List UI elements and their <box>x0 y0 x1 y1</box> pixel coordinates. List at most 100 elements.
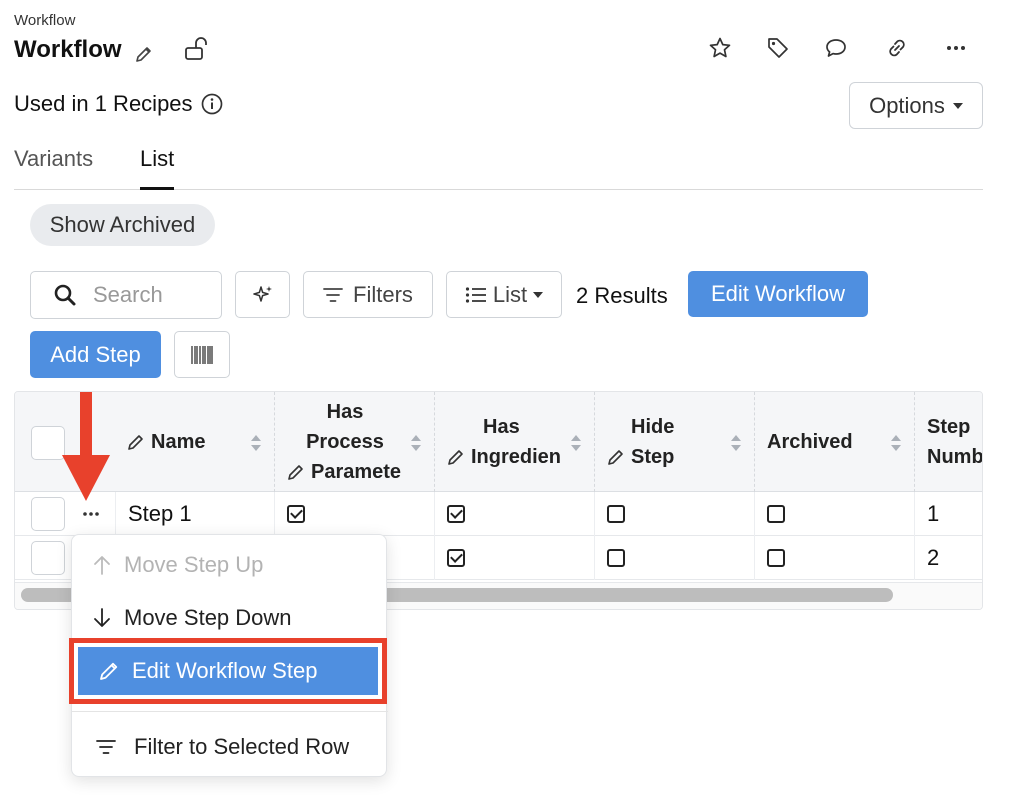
cell-has-ingredients <box>435 492 595 536</box>
table-header: Name Has Process Paramete Has Ingredien <box>15 392 983 492</box>
annotation-arrow-shaft <box>80 392 92 460</box>
arrow-up-icon <box>94 556 110 575</box>
edit-workflow-button[interactable]: Edit Workflow <box>688 271 868 317</box>
column-label: Process <box>306 431 384 453</box>
unlock-icon <box>185 37 207 60</box>
cell-hide-step <box>595 536 755 580</box>
select-all-checkbox[interactable] <box>31 426 65 460</box>
checkbox-unchecked[interactable] <box>767 505 785 523</box>
menu-item-move-step-down[interactable]: Move Step Down <box>72 596 388 640</box>
more-actions-button[interactable] <box>940 32 972 64</box>
menu-item-label: Move Step Up <box>124 552 264 577</box>
filter-icon <box>96 740 116 754</box>
lock-button[interactable] <box>180 33 212 65</box>
tags-button[interactable] <box>762 32 794 64</box>
tag-icon <box>768 38 788 58</box>
breadcrumb[interactable]: Workflow <box>14 12 75 29</box>
used-in-recipes: Used in 1 Recipes <box>14 91 223 117</box>
column-header-has-ingredients[interactable]: Has Ingredien <box>435 392 595 492</box>
options-dropdown-button[interactable]: Options <box>849 82 983 129</box>
checkbox-unchecked[interactable] <box>767 549 785 567</box>
pencil-icon <box>608 450 623 465</box>
results-count: 2 Results <box>576 283 668 308</box>
star-icon <box>709 37 731 58</box>
caret-down-icon <box>533 291 544 298</box>
cell-step-number[interactable]: 2 <box>915 536 982 580</box>
cell-name[interactable]: Step 1 <box>115 492 275 536</box>
menu-item-label: Edit Workflow Step <box>132 658 318 683</box>
column-header-name[interactable]: Name <box>115 392 275 492</box>
sort-icon[interactable] <box>730 434 742 452</box>
add-step-button[interactable]: Add Step <box>30 331 161 378</box>
favorite-button[interactable] <box>704 32 736 64</box>
cell-has-process-parameters <box>275 492 435 536</box>
menu-item-move-step-up[interactable]: Move Step Up <box>72 543 388 587</box>
sort-icon[interactable] <box>250 434 262 452</box>
column-label: Step <box>631 446 675 468</box>
tab-bar: Variants List <box>14 145 983 190</box>
list-icon <box>465 286 486 303</box>
column-label: Numb <box>927 446 983 468</box>
menu-divider <box>72 711 388 712</box>
column-label: Has <box>483 416 520 438</box>
menu-item-filter-to-selected-row[interactable]: Filter to Selected Row <box>72 725 388 769</box>
pencil-icon <box>136 47 151 62</box>
caret-down-icon <box>952 102 963 109</box>
row-checkbox[interactable] <box>31 541 65 575</box>
column-label: Name <box>151 431 206 453</box>
filter-icon <box>323 287 343 302</box>
cell-has-ingredients <box>435 536 595 580</box>
search-input[interactable] <box>93 282 203 308</box>
column-label: Has <box>326 401 364 423</box>
checkbox-checked[interactable] <box>447 505 465 523</box>
pencil-icon <box>100 662 118 680</box>
checkbox-checked[interactable] <box>287 505 305 523</box>
checkbox-unchecked[interactable] <box>607 505 625 523</box>
sort-icon[interactable] <box>570 434 582 452</box>
column-label: Step <box>927 416 971 438</box>
info-icon[interactable] <box>201 93 223 115</box>
cell-hide-step <box>595 492 755 536</box>
row-checkbox[interactable] <box>31 497 65 531</box>
annotation-highlight-box: Edit Workflow Step <box>69 638 387 704</box>
menu-item-edit-workflow-step[interactable]: Edit Workflow Step <box>78 647 378 695</box>
page-title-text: Workflow <box>14 36 122 63</box>
tab-list[interactable]: List <box>140 145 175 190</box>
links-button[interactable] <box>881 32 913 64</box>
checkbox-checked[interactable] <box>447 549 465 567</box>
comments-button[interactable] <box>820 32 852 64</box>
filters-label: Filters <box>353 281 413 307</box>
edit-title-button[interactable] <box>128 38 160 70</box>
link-icon <box>889 39 905 57</box>
arrow-down-icon <box>94 608 110 627</box>
menu-item-label: Filter to Selected Row <box>134 734 350 759</box>
search-box[interactable] <box>30 271 222 319</box>
cell-step-number[interactable]: 1 <box>915 492 982 536</box>
comment-icon <box>826 39 846 57</box>
filters-button[interactable]: Filters <box>303 271 433 318</box>
row-actions-button[interactable] <box>75 498 107 530</box>
pencil-icon <box>448 450 463 465</box>
sort-icon[interactable] <box>890 434 902 452</box>
column-header-hide-step[interactable]: Hide Step <box>595 392 755 492</box>
view-mode-dropdown[interactable]: List <box>446 271 562 318</box>
search-icon <box>54 284 76 306</box>
cell-archived <box>755 536 915 580</box>
column-header-archived[interactable]: Archived <box>755 392 915 492</box>
tab-variants[interactable]: Variants <box>14 145 93 190</box>
pencil-icon <box>288 465 303 480</box>
barcode-scan-button[interactable] <box>174 331 230 378</box>
pencil-icon <box>128 435 143 450</box>
view-mode-label: List <box>492 281 528 307</box>
ai-assist-button[interactable] <box>235 271 290 318</box>
column-header-step-number[interactable]: Step Numb <box>915 392 983 492</box>
checkbox-unchecked[interactable] <box>607 549 625 567</box>
show-archived-toggle[interactable]: Show Archived <box>30 204 215 246</box>
sort-icon[interactable] <box>410 434 422 452</box>
used-in-label: Used in 1 Recipes <box>14 91 193 116</box>
barcode-icon <box>191 345 213 364</box>
sparkles-icon <box>252 285 272 302</box>
column-header-has-process-parameters[interactable]: Has Process Paramete <box>275 392 435 492</box>
menu-item-label: Move Step Down <box>124 605 292 630</box>
table-row[interactable]: Step 1 1 <box>15 492 982 536</box>
